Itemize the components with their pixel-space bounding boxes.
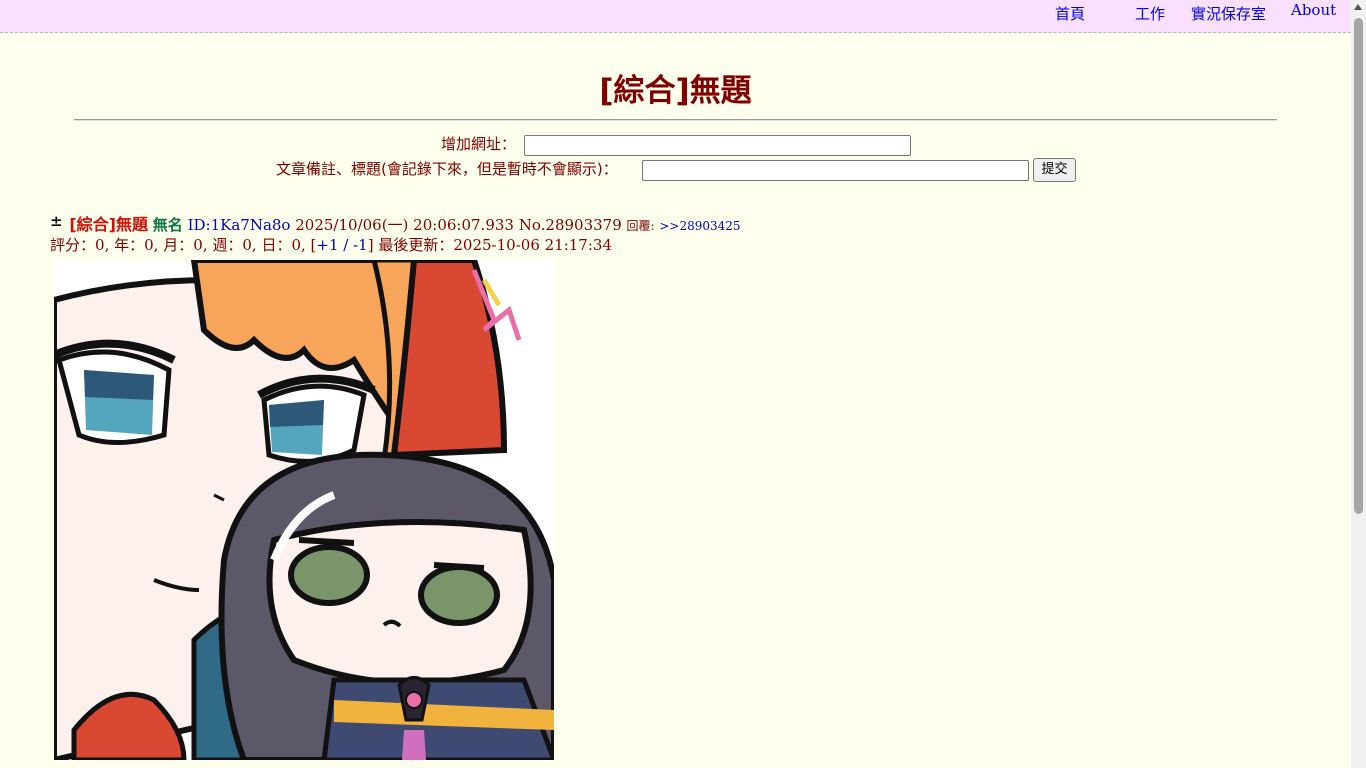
nav-home-link[interactable]: 首頁: [1055, 5, 1085, 23]
month-value: 0: [193, 236, 203, 254]
nav-work-link[interactable]: 工作: [1135, 5, 1165, 23]
poster-id[interactable]: ID:1Ka7Na8o: [188, 216, 291, 234]
scrollbar-thumb[interactable]: [1354, 18, 1363, 514]
reply-label: 回覆:: [626, 219, 655, 233]
month-label: 月：: [163, 236, 194, 254]
score-value: 0: [95, 236, 105, 254]
post-stats: 評分：0, 年：0, 月：0, 週：0, 日：0, [+1 / -1] 最後更新…: [50, 236, 612, 254]
anime-illustration: [54, 260, 554, 760]
url-label: 增加網址：: [441, 135, 517, 153]
note-label: 文章備註、標題(會記錄下來，但是暫時不會顯示)：: [276, 160, 618, 178]
expand-toggle-icon[interactable]: ±: [50, 212, 63, 230]
score-label: 評分：: [50, 236, 96, 254]
title-divider: [74, 119, 1277, 121]
vote-up-link[interactable]: +1: [316, 236, 338, 254]
url-input[interactable]: [524, 135, 911, 156]
updated-label: 最後更新：: [378, 236, 454, 254]
week-value: 0: [242, 236, 252, 254]
nav-about-link[interactable]: About: [1291, 1, 1336, 19]
updated-value: 2025-10-06 21:17:34: [453, 236, 612, 254]
year-label: 年：: [114, 236, 145, 254]
year-value: 0: [144, 236, 154, 254]
vertical-scrollbar[interactable]: [1351, 0, 1366, 768]
submit-button[interactable]: 提交: [1033, 158, 1076, 182]
day-label: 日：: [261, 236, 292, 254]
reply-link[interactable]: >>28903425: [659, 219, 740, 233]
scroll-up-arrow-icon[interactable]: [1354, 4, 1362, 10]
post-title: [綜合]無題: [69, 215, 148, 234]
nav-archive-link[interactable]: 實況保存室: [1191, 5, 1266, 23]
post-number[interactable]: No.28903379: [519, 216, 622, 234]
poster-name: 無名: [152, 216, 183, 234]
vote-down-link[interactable]: -1: [353, 236, 368, 254]
note-input[interactable]: [642, 160, 1029, 181]
post-image[interactable]: [54, 260, 554, 760]
week-label: 週：: [212, 236, 243, 254]
page-title: [綜合]無題: [599, 73, 752, 109]
post-datetime: 2025/10/06(一) 20:06:07.933: [295, 216, 514, 234]
day-value: 0: [291, 236, 301, 254]
top-nav-bar: 首頁 工作 實況保存室 About: [0, 0, 1351, 33]
